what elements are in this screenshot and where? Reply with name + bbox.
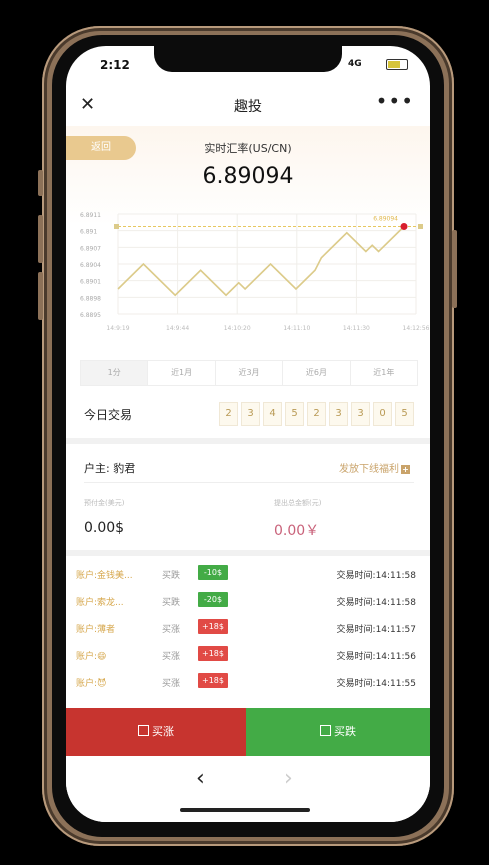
withdraw-value: 0.00￥ (274, 523, 320, 539)
battery-icon (386, 59, 408, 70)
volume-up-button (38, 215, 43, 263)
divider (84, 482, 414, 483)
section-divider (66, 550, 430, 556)
buy-fall-label: 买跌 (334, 725, 356, 738)
today-trades-counter: 234523305 (219, 402, 414, 426)
tab-2[interactable]: 近3月 (216, 361, 284, 385)
trade-row: 账户:😈 买涨 +18$ 交易时间:14:11:55 (66, 670, 430, 696)
counter-digit: 3 (351, 402, 370, 426)
trade-amount-badge: +18$ (198, 619, 228, 634)
mute-switch (38, 170, 43, 196)
current-point (400, 223, 408, 230)
trade-amount-badge: -20$ (198, 592, 228, 607)
trade-amount-badge: +18$ (198, 646, 228, 661)
forward-arrow-icon[interactable]: › (284, 766, 293, 791)
red-packet-label: 发放下线福利 (339, 464, 399, 475)
fall-icon (320, 725, 331, 736)
y-tick-label: 6.8911 (80, 212, 101, 219)
power-button (452, 230, 457, 308)
buy-rise-button[interactable]: 买涨 (66, 708, 246, 756)
x-tick-label: 14:10:20 (224, 325, 251, 332)
counter-digit: 5 (395, 402, 414, 426)
back-arrow-icon[interactable]: ‹ (196, 766, 205, 791)
x-tick-label: 14:11:30 (343, 325, 370, 332)
tab-3[interactable]: 近6月 (283, 361, 351, 385)
status-time: 2:12 (100, 58, 130, 72)
network-indicator: 4G (348, 59, 362, 69)
trade-account: 账户:索龙... (76, 598, 124, 608)
plus-box-icon: + (401, 465, 410, 474)
tab-0[interactable]: 1分 (81, 361, 149, 385)
trade-amount-badge: -10$ (198, 565, 228, 580)
buy-fall-button[interactable]: 买跌 (246, 708, 430, 756)
current-value-label: 6.89094 (373, 216, 398, 223)
buy-rise-label: 买涨 (152, 725, 174, 738)
counter-digit: 4 (263, 402, 282, 426)
x-tick-label: 14:12:56 (403, 325, 430, 332)
left-marker (114, 224, 119, 229)
right-marker (418, 224, 423, 229)
rate-chart: 6.8911 6.891 6.8907 6.8904 6.8901 6.8898 6.889… (80, 212, 430, 332)
trade-row: 账户:😄 买涨 +18$ 交易时间:14:11:56 (66, 643, 430, 669)
y-tick-label: 6.8895 (80, 312, 101, 319)
volume-down-button (38, 272, 43, 320)
more-icon[interactable]: ••• (376, 89, 414, 113)
trade-time: 交易时间:14:11:58 (336, 571, 416, 581)
trade-time: 交易时间:14:11:57 (336, 625, 416, 635)
trade-row: 账户:薄者 买涨 +18$ 交易时间:14:11:57 (66, 616, 430, 642)
counter-digit: 0 (373, 402, 392, 426)
trade-direction: 买跌 (162, 571, 181, 581)
counter-digit: 2 (219, 402, 238, 426)
y-tick-label: 6.8898 (80, 295, 101, 302)
x-tick-label: 14:11:10 (283, 325, 310, 332)
rise-icon (138, 725, 149, 736)
x-tick-label: 14:9:19 (106, 325, 129, 332)
trade-direction: 买涨 (162, 625, 181, 635)
red-packet-link[interactable]: 发放下线福利 + (339, 460, 410, 475)
today-trades-label: 今日交易 (84, 408, 133, 422)
owner-name: 户主: 豹君 (84, 462, 136, 475)
prepaid-label: 预付金(美元) (84, 499, 125, 507)
withdraw-label: 提出总金额(元) (274, 499, 322, 507)
trade-time: 交易时间:14:11:56 (336, 652, 416, 662)
y-tick-label: 6.8907 (80, 245, 101, 252)
y-tick-label: 6.891 (80, 229, 97, 236)
counter-digit: 2 (307, 402, 326, 426)
trade-row: 账户:金钱美... 买跌 -10$ 交易时间:14:11:58 (66, 562, 430, 588)
trade-time: 交易时间:14:11:58 (336, 598, 416, 608)
counter-digit: 3 (241, 402, 260, 426)
trade-row: 账户:索龙... 买跌 -20$ 交易时间:14:11:58 (66, 589, 430, 615)
rate-value: 6.89094 (202, 164, 294, 189)
counter-digit: 5 (285, 402, 304, 426)
trade-direction: 买涨 (162, 679, 181, 689)
rate-line (117, 225, 405, 297)
y-tick-label: 6.8901 (80, 279, 101, 286)
rate-label: 实时汇率(US/CN) (204, 142, 292, 155)
nav-bar: ✕ 趣投 ••• (66, 82, 430, 126)
trade-account: 账户:😄 (76, 652, 107, 662)
trade-direction: 买涨 (162, 652, 181, 662)
browser-bottom-bar: ‹ › (66, 756, 430, 822)
home-indicator (180, 808, 310, 812)
trade-account: 账户:😈 (76, 679, 107, 689)
trade-amount-badge: +18$ (198, 673, 228, 688)
y-tick-label: 6.8904 (80, 262, 101, 269)
period-tabs: 1分 近1月 近3月 近6月 近1年 (80, 360, 418, 386)
trade-account: 账户:薄者 (76, 625, 116, 635)
x-tick-label: 14:9:44 (166, 325, 189, 332)
tab-1[interactable]: 近1月 (148, 361, 216, 385)
counter-digit: 3 (329, 402, 348, 426)
tab-4[interactable]: 近1年 (351, 361, 417, 385)
section-divider (66, 438, 430, 444)
phone-screen: 2:12 4G ✕ 趣投 ••• 返回 实时汇率(US/CN) 6.89094 … (66, 46, 430, 822)
notch (154, 46, 342, 72)
trade-time: 交易时间:14:11:55 (336, 679, 416, 689)
prepaid-value: 0.00$ (84, 520, 125, 536)
trade-direction: 买跌 (162, 598, 181, 608)
trade-account: 账户:金钱美... (76, 571, 133, 581)
